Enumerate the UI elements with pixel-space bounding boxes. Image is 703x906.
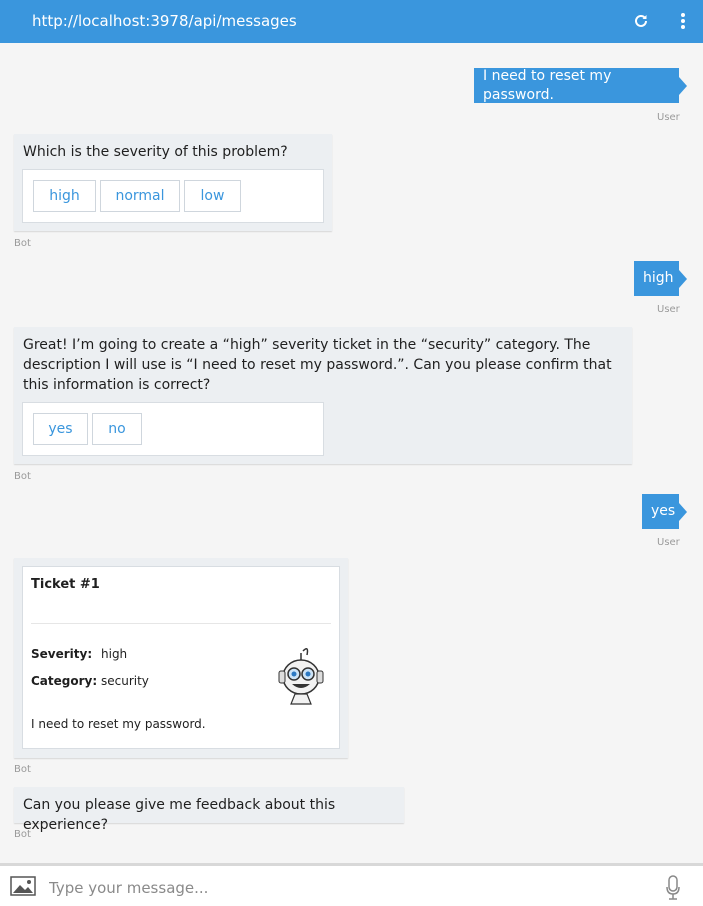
user-message: yes	[642, 494, 687, 529]
bot-message: Which is the severity of this problem? h…	[14, 134, 332, 231]
sender-label: User	[657, 112, 680, 123]
robot-mascot-icon	[273, 645, 329, 709]
choice-button-high[interactable]: high	[33, 180, 96, 212]
suggested-actions: high normal low	[22, 169, 324, 223]
message-composer	[0, 863, 703, 906]
user-message: high	[634, 261, 687, 296]
top-bar: http://localhost:3978/api/messages	[0, 0, 703, 43]
choice-button-normal[interactable]: normal	[100, 180, 180, 212]
fact-label-category: Category:	[31, 674, 98, 688]
message-input[interactable]	[49, 874, 589, 902]
bot-message: Can you please give me feedback about th…	[14, 787, 404, 833]
bot-message-text: Which is the severity of this problem?	[23, 144, 288, 160]
fact-value-category: security	[101, 674, 149, 688]
sender-label: Bot	[14, 238, 31, 249]
choice-button-no[interactable]: no	[92, 413, 142, 445]
more-vertical-icon[interactable]	[673, 9, 693, 33]
sender-label: Bot	[14, 764, 31, 775]
sender-label: User	[657, 537, 680, 548]
endpoint-url: http://localhost:3978/api/messages	[32, 12, 297, 30]
choice-button-yes[interactable]: yes	[33, 413, 88, 445]
suggested-actions: yes no	[22, 402, 324, 456]
sender-label: Bot	[14, 471, 31, 482]
choice-button-low[interactable]: low	[184, 180, 241, 212]
bot-message: Ticket #1 Severity: high Category: secur…	[14, 558, 348, 758]
ticket-title: Ticket #1	[31, 577, 100, 592]
sender-label: User	[657, 304, 680, 315]
ticket-card: Ticket #1 Severity: high Category: secur…	[22, 566, 340, 749]
bot-message-text: Great! I’m going to create a “high” seve…	[23, 337, 612, 393]
bot-message: Great! I’m going to create a “high” seve…	[14, 327, 632, 464]
divider	[31, 623, 331, 624]
image-upload-icon[interactable]	[10, 876, 38, 898]
refresh-icon[interactable]	[631, 9, 651, 33]
user-message-text: I need to reset my password.	[483, 67, 612, 103]
sender-label: Bot	[14, 829, 31, 840]
fact-label-severity: Severity:	[31, 647, 93, 661]
user-message-text: high	[643, 270, 674, 286]
fact-value-severity: high	[101, 647, 128, 661]
microphone-icon[interactable]	[665, 874, 681, 902]
user-message-text: yes	[651, 503, 676, 519]
ticket-description: I need to reset my password.	[31, 717, 206, 731]
user-message: I need to reset my password.	[474, 67, 687, 103]
bot-message-text: Can you please give me feedback about th…	[23, 797, 336, 833]
chat-history[interactable]: I need to reset my password. User Which …	[0, 43, 703, 863]
